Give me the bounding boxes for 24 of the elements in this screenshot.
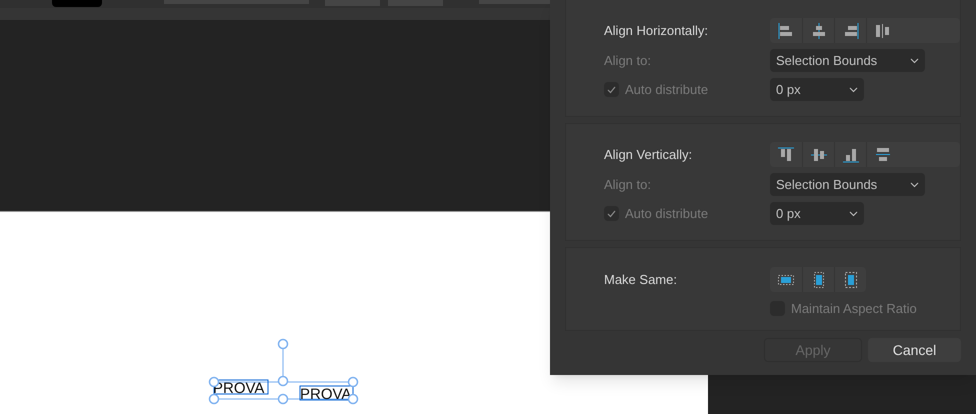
- section-title: Make Same:: [604, 270, 678, 289]
- dropdown-value: 0 px: [776, 204, 801, 223]
- chevron-down-icon: [849, 86, 858, 92]
- chevron-down-icon: [849, 210, 858, 216]
- checkmark-icon: [607, 86, 616, 94]
- section-title: Align Vertically:: [604, 146, 694, 164]
- dropdown[interactable]: 0 px: [770, 202, 864, 225]
- checkbox-label: Auto distribute: [625, 204, 708, 223]
- dropdown-value: 0 px: [776, 80, 801, 99]
- field-label: Align to:: [604, 52, 652, 70]
- color-swatch[interactable]: [52, 0, 102, 7]
- dropdown[interactable]: 0 px: [770, 78, 864, 101]
- chevron-down-icon: [910, 58, 919, 64]
- dropdown[interactable]: Selection Bounds: [770, 173, 925, 196]
- checkbox-label: Maintain Aspect Ratio: [791, 300, 917, 318]
- checkbox-label: Auto distribute: [625, 80, 708, 99]
- dropdown-value: Selection Bounds: [776, 176, 878, 194]
- cancel-button[interactable]: Cancel: [868, 338, 961, 362]
- checkmark-icon: [607, 210, 616, 218]
- field-label: Align to:: [604, 176, 652, 194]
- dropdown[interactable]: Selection Bounds: [770, 49, 925, 72]
- dropdown-value: Selection Bounds: [776, 52, 878, 70]
- section-title: Align Horizontally:: [604, 22, 710, 40]
- chevron-down-icon: [910, 182, 919, 188]
